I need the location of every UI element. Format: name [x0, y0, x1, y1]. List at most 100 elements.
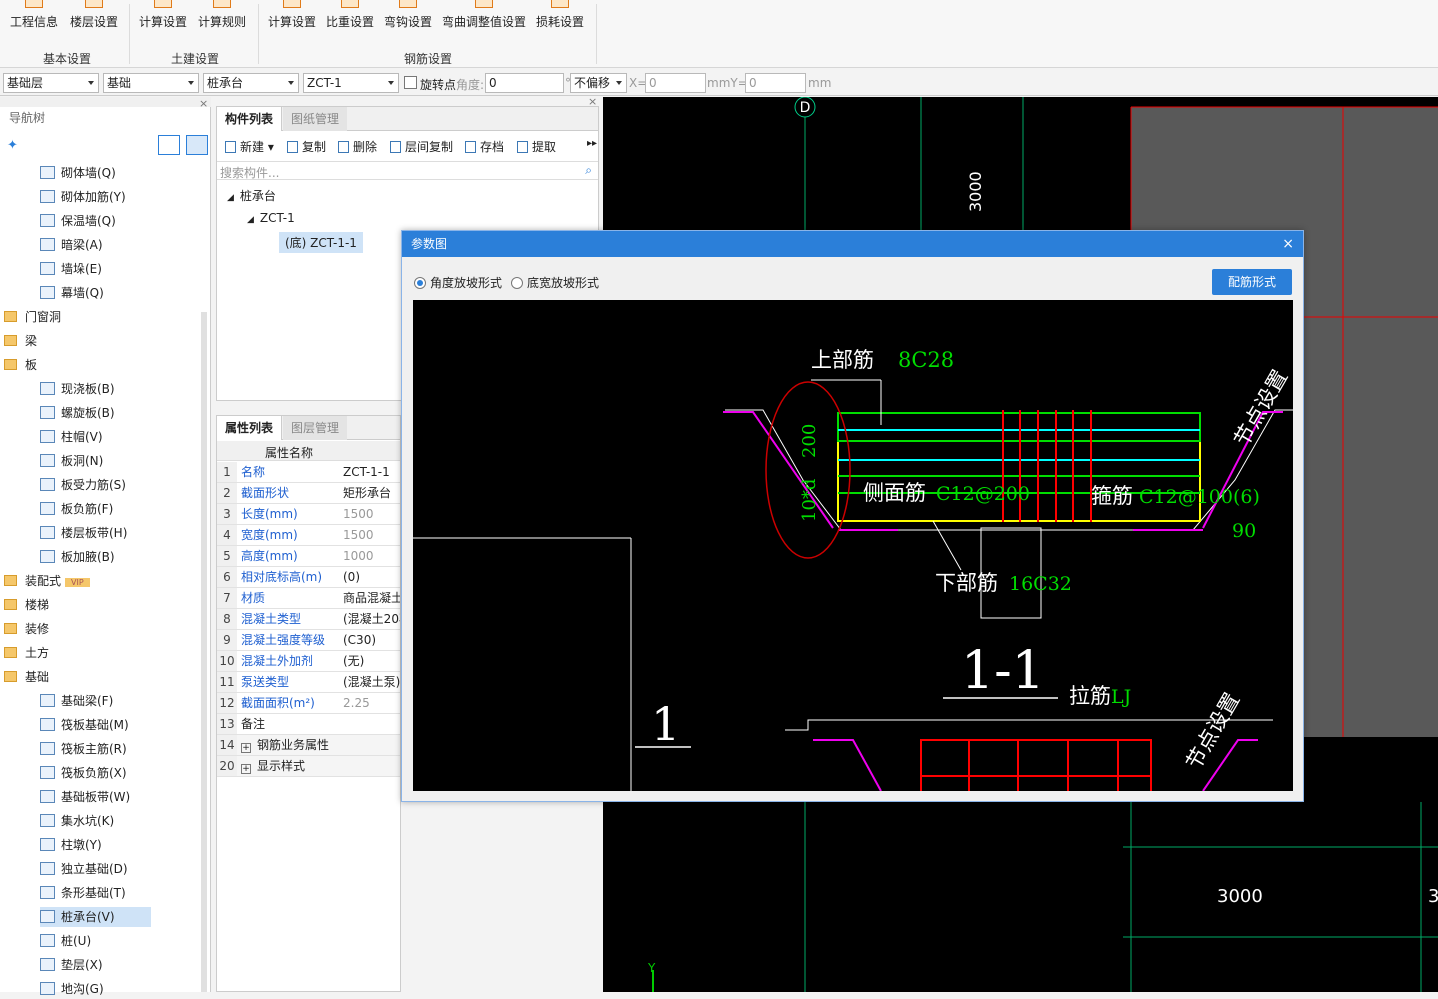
- nav-item[interactable]: 幕墙(Q): [40, 283, 104, 303]
- tab-component-list[interactable]: 构件列表: [217, 107, 283, 131]
- more-icon[interactable]: ▸▸: [587, 138, 597, 149]
- nav-item[interactable]: 筏板基础(M): [40, 715, 129, 735]
- nav-item[interactable]: 板加腋(B): [40, 547, 115, 567]
- nav-item[interactable]: 门窗洞: [4, 307, 61, 327]
- nav-item[interactable]: 地沟(G): [40, 979, 104, 999]
- radio-bottom-width-slope[interactable]: 底宽放坡形式: [511, 274, 599, 291]
- nav-item[interactable]: 筏板负筋(X): [40, 763, 127, 783]
- property-value[interactable]: (无): [343, 651, 400, 671]
- calc-rules-button[interactable]: 计算规则: [198, 0, 246, 34]
- property-row[interactable]: 3 长度(mm) 1500: [217, 504, 400, 525]
- nav-item[interactable]: 保温墙(Q): [40, 211, 116, 231]
- tab-properties-list[interactable]: 属性列表: [217, 416, 283, 440]
- subtype-select[interactable]: 桩承台: [203, 73, 299, 93]
- nav-item[interactable]: 独立基础(D): [40, 859, 128, 879]
- property-value[interactable]: 商品混凝土: [343, 588, 400, 608]
- property-row[interactable]: 1 名称 ZCT-1-1: [217, 462, 400, 483]
- property-value[interactable]: (混凝土泵): [343, 672, 400, 692]
- y-input[interactable]: 0: [745, 73, 806, 93]
- nav-item[interactable]: 楼梯: [4, 595, 49, 615]
- nav-item[interactable]: 板负筋(F): [40, 499, 113, 519]
- loss-settings-button[interactable]: 损耗设置: [536, 0, 584, 34]
- grid-view-icon[interactable]: [186, 135, 208, 155]
- archive-button[interactable]: 存档: [465, 138, 504, 155]
- type-select[interactable]: 基础: [103, 73, 199, 93]
- tab-layer-management[interactable]: 图层管理: [283, 416, 348, 440]
- copy-button[interactable]: 复制: [287, 138, 326, 155]
- nav-item[interactable]: 板受力筋(S): [40, 475, 126, 495]
- property-row[interactable]: 4 宽度(mm) 1500: [217, 525, 400, 546]
- property-row[interactable]: 2 截面形状 矩形承台: [217, 483, 400, 504]
- new-button[interactable]: 新建 ▾: [225, 138, 274, 155]
- property-row[interactable]: 10 混凝土外加剂 (无): [217, 651, 400, 672]
- pin-icon[interactable]: ✦: [7, 138, 18, 153]
- property-row[interactable]: 13 备注: [217, 714, 400, 735]
- nav-item[interactable]: 基础板带(W): [40, 787, 130, 807]
- nav-item[interactable]: 桩(U): [40, 931, 91, 951]
- density-settings-button[interactable]: 比重设置: [326, 0, 374, 34]
- floor-settings-button[interactable]: 楼层设置: [70, 0, 118, 34]
- project-info-button[interactable]: 工程信息: [10, 0, 58, 34]
- property-row[interactable]: 12 截面面积(m²) 2.25: [217, 693, 400, 714]
- tab-drawing-management[interactable]: 图纸管理: [283, 107, 348, 131]
- nav-item[interactable]: 柱帽(V): [40, 427, 103, 447]
- nav-item[interactable]: 砌体加筋(Y): [40, 187, 126, 207]
- nav-item[interactable]: 基础: [4, 667, 49, 687]
- component-select[interactable]: ZCT-1: [303, 73, 399, 93]
- list-view-icon[interactable]: [158, 135, 180, 155]
- property-row[interactable]: 6 相对底标高(m) (0): [217, 567, 400, 588]
- node-setting-bottom[interactable]: 节点设置: [1182, 689, 1245, 774]
- property-value[interactable]: ZCT-1-1: [343, 462, 400, 482]
- property-row[interactable]: 8 混凝土类型 (混凝土20石): [217, 609, 400, 630]
- hook-settings-button[interactable]: 弯钩设置: [384, 0, 432, 34]
- nav-item[interactable]: 垫层(X): [40, 955, 103, 975]
- nav-item[interactable]: 装修: [4, 619, 49, 639]
- rebar-config-button[interactable]: 配筋形式: [1212, 269, 1292, 295]
- property-value[interactable]: 1000: [343, 546, 400, 566]
- tree-node-zct1-1[interactable]: (底) ZCT-1-1: [279, 232, 363, 253]
- nav-item[interactable]: 土方: [4, 643, 49, 663]
- nav-item[interactable]: 墙垛(E): [40, 259, 102, 279]
- property-value[interactable]: (混凝土20石): [343, 609, 400, 629]
- nav-item[interactable]: 板洞(N): [40, 451, 103, 471]
- bend-adjust-settings-button[interactable]: 弯曲调整值设置: [442, 0, 526, 34]
- nav-item[interactable]: 暗梁(A): [40, 235, 103, 255]
- property-value[interactable]: (C30): [343, 630, 400, 650]
- property-row[interactable]: 7 材质 商品混凝土: [217, 588, 400, 609]
- tree-node-zct1[interactable]: ◢ ZCT-1: [247, 211, 295, 225]
- nav-item[interactable]: 楼层板带(H): [40, 523, 127, 543]
- property-row[interactable]: 14 + 钢筋业务属性: [217, 735, 400, 756]
- x-input[interactable]: 0: [645, 73, 706, 93]
- property-value[interactable]: (0): [343, 567, 400, 587]
- property-row[interactable]: 20 + 显示样式: [217, 756, 400, 777]
- rebar-calc-settings-button[interactable]: 计算设置: [268, 0, 316, 34]
- floor-copy-button[interactable]: 层间复制: [390, 138, 453, 155]
- nav-item[interactable]: 基础梁(F): [40, 691, 113, 711]
- node-setting-top[interactable]: 节点设置: [1230, 366, 1293, 451]
- property-row[interactable]: 5 高度(mm) 1000: [217, 546, 400, 567]
- rotate-checkbox[interactable]: [404, 76, 417, 89]
- delete-button[interactable]: 删除: [338, 138, 377, 155]
- property-value[interactable]: 矩形承台: [343, 483, 400, 503]
- nav-item[interactable]: 筏板主筋(R): [40, 739, 127, 759]
- nav-item[interactable]: 装配式 VIP: [4, 571, 90, 591]
- nav-item[interactable]: 砌体墙(Q): [40, 163, 116, 183]
- property-value[interactable]: 1500: [343, 504, 400, 524]
- nav-item[interactable]: 梁: [4, 331, 37, 351]
- tree-node-pile-cap[interactable]: ◢ 桩承台: [227, 187, 276, 204]
- close-icon[interactable]: ×: [1282, 231, 1294, 257]
- extract-button[interactable]: 提取: [517, 138, 556, 155]
- nav-item[interactable]: 螺旋板(B): [40, 403, 115, 423]
- offset-select[interactable]: 不偏移: [570, 73, 627, 93]
- nav-item[interactable]: 现浇板(B): [40, 379, 115, 399]
- nav-item[interactable]: 柱墩(Y): [40, 835, 102, 855]
- nav-item[interactable]: 集水坑(K): [40, 811, 114, 831]
- nav-scrollbar[interactable]: [201, 312, 207, 992]
- property-row[interactable]: 11 泵送类型 (混凝土泵): [217, 672, 400, 693]
- property-value[interactable]: 1500: [343, 525, 400, 545]
- nav-item[interactable]: 板: [4, 355, 37, 375]
- expand-icon[interactable]: +: [241, 764, 251, 774]
- civil-calc-settings-button[interactable]: 计算设置: [139, 0, 187, 34]
- search-icon[interactable]: ⌕: [585, 163, 592, 178]
- radio-angle-slope[interactable]: 角度放坡形式: [414, 274, 502, 291]
